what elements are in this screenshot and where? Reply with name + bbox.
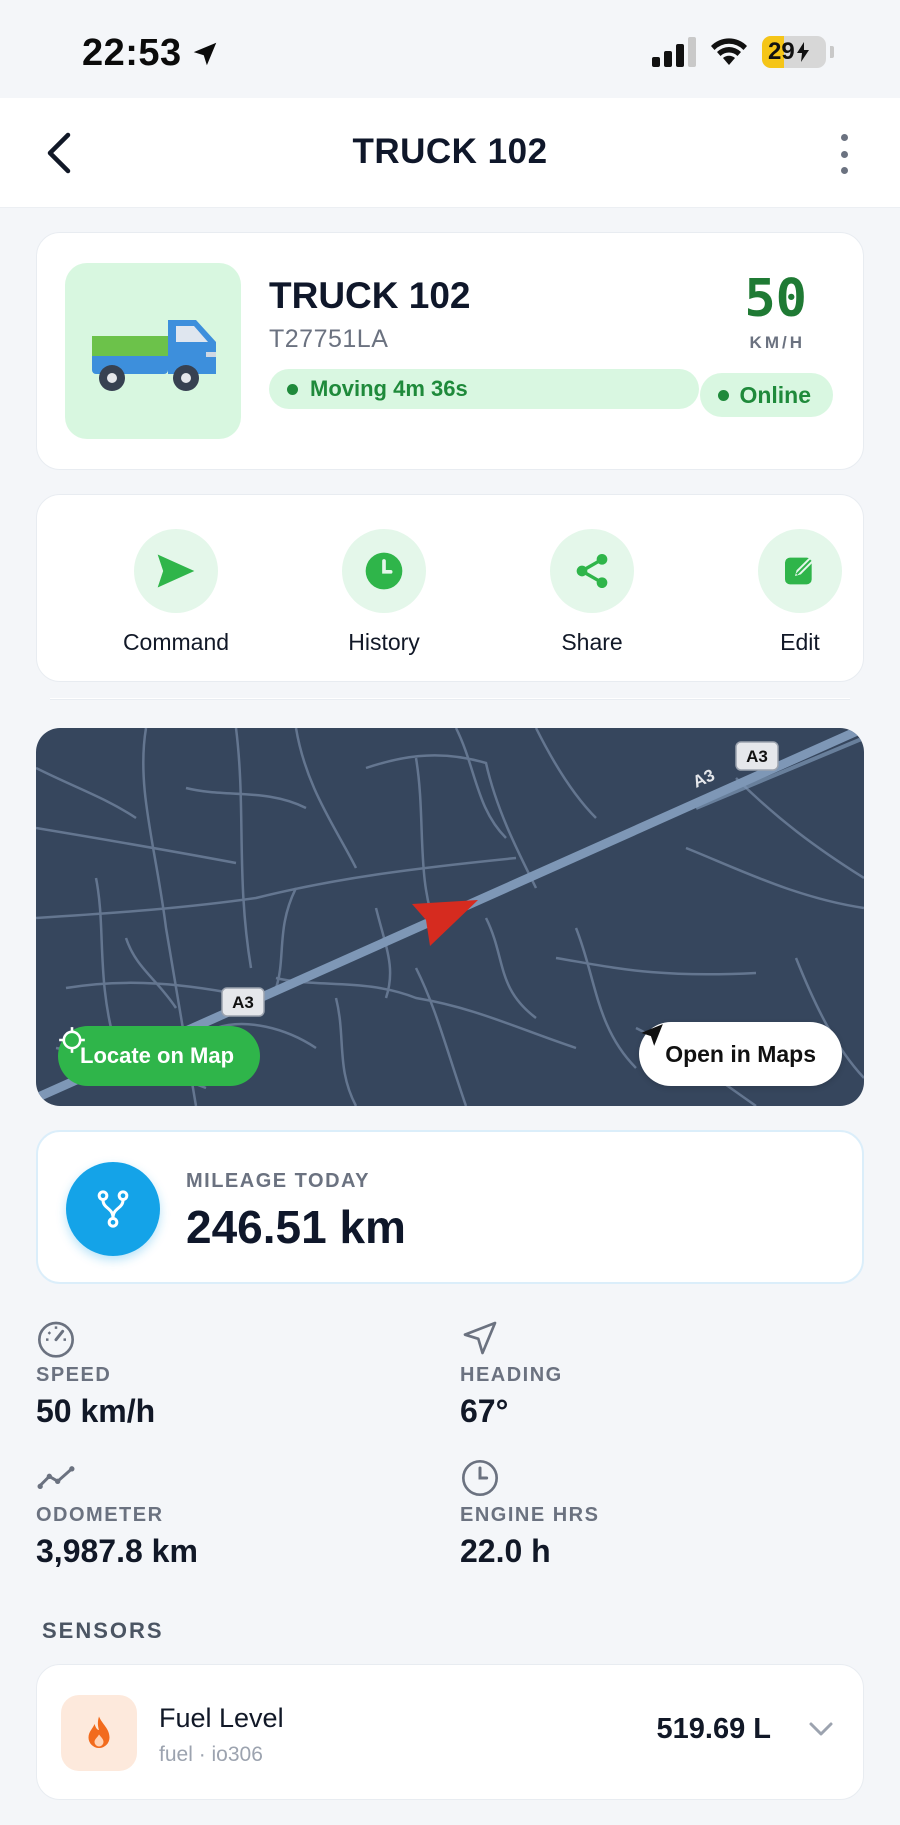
compass-arrow-icon [463, 1321, 497, 1355]
dot-icon [840, 167, 848, 174]
sensor-row-fuel[interactable]: Fuel Level fuel · io306 519.69 L [36, 1664, 864, 1800]
sensor-name: Fuel Level [159, 1703, 284, 1733]
trend-line-icon [37, 1466, 75, 1489]
section-divider [50, 698, 850, 700]
vehicle-name: TRUCK 102 [269, 275, 471, 316]
status-time: 22:53 [82, 32, 220, 75]
svg-text:A3: A3 [232, 993, 254, 1012]
share-icon [576, 554, 608, 588]
battery-indicator: 29 [762, 36, 826, 68]
clock-outline-icon [462, 1460, 498, 1496]
clock-icon [365, 552, 403, 590]
quick-actions-card: Command History Share Edit [36, 494, 864, 682]
online-status-badge: Online [700, 373, 833, 417]
stat-engine-hours: ENGINE HRS 22.0 h [460, 1458, 840, 1570]
nav-header: TRUCK 102 [0, 98, 900, 208]
stat-odometer: ODOMETER 3,987.8 km [36, 1458, 416, 1570]
truck-avatar [65, 263, 241, 439]
status-dot-icon [287, 383, 298, 395]
wifi-icon [711, 38, 747, 65]
sensor-subtitle: fuel · io306 [159, 1743, 263, 1766]
map-view[interactable]: A3 A3 A3 Locate on Map Open in Maps [36, 728, 864, 1106]
battery-cap [830, 46, 834, 58]
open-in-maps-button[interactable]: Open in Maps [639, 1022, 842, 1086]
truck-icon [92, 320, 216, 391]
location-arrow-icon [193, 42, 216, 65]
cellular-signal-icon [652, 37, 696, 67]
mileage-value: 246.51 km [186, 1201, 406, 1253]
command-button[interactable]: Command [91, 529, 261, 656]
speedometer-icon [38, 1321, 74, 1358]
vehicle-summary-card: TRUCK 102 T27751LA Moving 4m 36s 50 KM/H… [36, 232, 864, 470]
edit-icon [785, 556, 815, 585]
road-shield-a3-top: A3 [735, 741, 779, 771]
dot-icon [840, 134, 848, 141]
expand-sensor-button[interactable] [807, 1719, 835, 1744]
locate-on-map-button[interactable]: Locate on Map [58, 1026, 261, 1086]
navigation-arrow-icon [641, 1024, 664, 1046]
charging-bolt-icon [796, 42, 809, 62]
more-options-button[interactable] [834, 134, 854, 174]
road-shield-a3-bottom: A3 [221, 987, 265, 1017]
page-title: TRUCK 102 [352, 132, 548, 171]
mileage-label: MILEAGE TODAY [186, 1170, 370, 1192]
vehicle-plate: T27751LA [269, 325, 389, 353]
dot-icon [840, 150, 848, 158]
speed-unit: KM/H [749, 333, 805, 352]
crosshair-icon [59, 1027, 85, 1053]
svg-text:A3: A3 [746, 747, 768, 766]
edit-button[interactable]: Edit [715, 529, 885, 656]
sensors-section-title: SENSORS [42, 1618, 164, 1643]
road-label-a3: A3 [690, 765, 718, 791]
history-button[interactable]: History [299, 529, 469, 656]
motion-status-badge: Moving 4m 36s [269, 369, 699, 409]
flame-icon [61, 1695, 137, 1771]
status-bar: 22:53 29 [0, 0, 900, 98]
online-dot-icon [718, 389, 730, 401]
send-icon [157, 554, 195, 588]
current-speed: 50 [744, 269, 807, 329]
status-indicators: 29 [652, 36, 834, 68]
stat-heading: HEADING 67° [460, 1318, 840, 1430]
share-button[interactable]: Share [507, 529, 677, 656]
chevron-down-icon [809, 1722, 833, 1736]
stat-speed: SPEED 50 km/h [36, 1318, 416, 1430]
route-fork-icon [66, 1162, 160, 1256]
sensor-value: 519.69 L [656, 1713, 771, 1745]
mileage-today-card: MILEAGE TODAY 246.51 km [36, 1130, 864, 1284]
